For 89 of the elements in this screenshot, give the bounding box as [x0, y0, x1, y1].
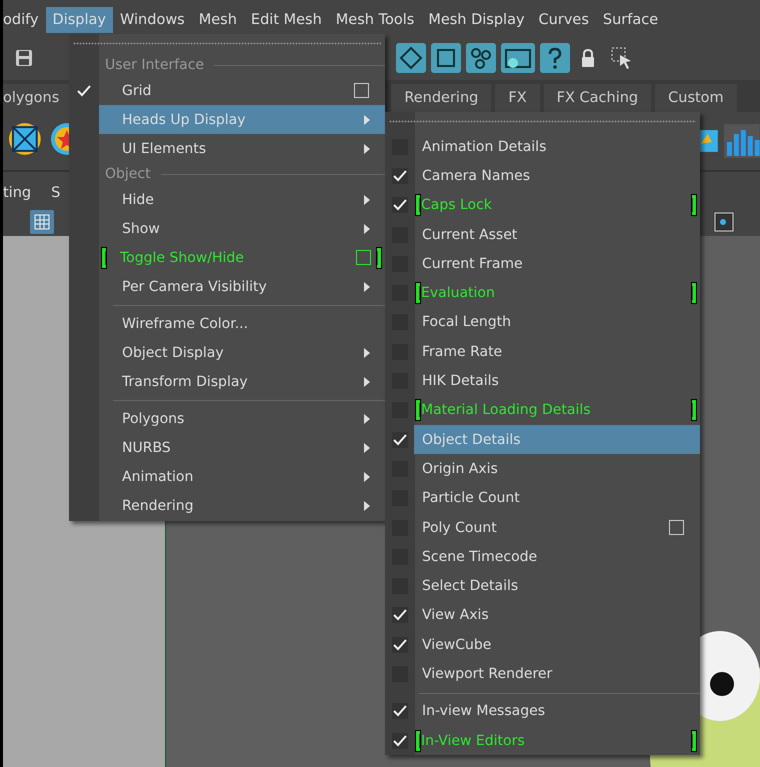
submenu-arrow-icon — [363, 194, 371, 204]
menu-item[interactable]: Per Camera Visibility — [99, 272, 385, 301]
shelf-tab[interactable]: FX Caching — [544, 84, 652, 112]
bracket-mark — [416, 400, 420, 420]
menu-item[interactable]: Animation Details — [414, 132, 700, 162]
submenu-arrow-icon — [363, 442, 371, 452]
menu-item[interactable]: Polygons — [99, 404, 385, 433]
menu-item[interactable]: Scene Timecode — [414, 542, 700, 572]
menu-item[interactable]: Grid — [99, 76, 385, 105]
menu-title[interactable]: Mesh Tools — [328, 7, 422, 33]
menu-item[interactable]: Rendering — [99, 491, 385, 520]
menu-item[interactable]: Caps Lock — [414, 190, 700, 220]
submenu-arrow-icon — [363, 144, 371, 154]
checkbox[interactable] — [392, 432, 408, 448]
menu-item[interactable]: Frame Rate — [414, 337, 700, 366]
clapboard-icon[interactable] — [501, 43, 535, 73]
menu-item[interactable]: In-View Editors — [414, 726, 700, 756]
option-box[interactable] — [354, 83, 369, 98]
camera-icon[interactable] — [714, 212, 734, 232]
panel-menu-title[interactable]: ting — [3, 185, 32, 201]
menu-item[interactable]: Animation — [99, 462, 385, 491]
menu-title[interactable]: Edit Mesh — [244, 7, 329, 33]
checkbox[interactable] — [392, 168, 408, 184]
submenu-arrow-icon — [363, 472, 371, 482]
bracket-mark — [692, 195, 696, 216]
menu-item[interactable]: HIK Details — [414, 366, 700, 396]
bracket-mark — [692, 283, 696, 304]
menu-item[interactable]: Wireframe Color... — [99, 309, 385, 338]
shelf-tab[interactable]: Custom — [655, 84, 737, 112]
menu-item[interactable]: View Axis — [414, 600, 700, 630]
bracket-mark — [416, 195, 420, 216]
submenu-arrow-icon — [363, 348, 371, 358]
menu-item[interactable]: Current Asset — [414, 220, 700, 250]
bracket-mark — [416, 283, 420, 304]
shelf-tab[interactable]: FX — [495, 84, 540, 112]
section-heading: Object — [105, 166, 151, 182]
menu-title[interactable]: odify — [3, 7, 46, 33]
grid-icon[interactable] — [30, 210, 54, 234]
menu-item[interactable]: UI Elements — [99, 134, 385, 163]
submenu-arrow-icon — [363, 114, 371, 124]
menu-item[interactable]: Material Loading Details — [414, 396, 700, 425]
menu-item[interactable]: Particle Count — [414, 484, 700, 513]
menu-title[interactable]: Mesh Display — [421, 7, 532, 33]
shelf-tab[interactable]: Rendering — [391, 84, 492, 112]
lock-icon[interactable] — [580, 48, 596, 68]
frame-icon[interactable] — [431, 43, 461, 73]
menu-item[interactable]: Focal Length — [414, 308, 700, 338]
submenu-arrow-icon — [363, 500, 371, 510]
submenu-arrow-icon — [363, 282, 371, 292]
save-icon[interactable] — [15, 49, 33, 67]
panel-menu-title[interactable]: S — [51, 185, 60, 201]
menu-item[interactable]: Show — [99, 214, 385, 243]
bracket-mark — [692, 730, 696, 751]
menu-item[interactable]: NURBS — [99, 433, 385, 462]
checkbox[interactable] — [392, 703, 408, 720]
menu-item[interactable]: In-view Messages — [414, 696, 700, 726]
submenu-arrow-icon — [363, 414, 371, 424]
help-icon[interactable] — [540, 43, 570, 73]
menu-item[interactable]: Object Display — [99, 338, 385, 367]
checkbox[interactable] — [392, 607, 408, 624]
menu-item[interactable]: Poly Count — [414, 512, 700, 542]
menu-item[interactable]: Current Frame — [414, 249, 700, 278]
bracket-mark — [102, 248, 106, 268]
submenu-arrow-icon — [363, 376, 371, 386]
option-box[interactable] — [669, 520, 684, 535]
menu-item[interactable]: Toggle Show/Hide — [99, 243, 385, 272]
menu-item[interactable]: Camera Names — [414, 161, 700, 191]
submenu-arrow-icon — [363, 224, 371, 234]
dots-icon[interactable] — [466, 43, 496, 73]
menu-item[interactable]: Transform Display — [99, 367, 385, 396]
menu-title[interactable]: Windows — [113, 7, 192, 33]
bracket-mark — [692, 400, 696, 420]
menu-item[interactable]: Select Details — [414, 571, 700, 601]
menu-title[interactable]: Mesh — [192, 7, 244, 33]
cursor-icon[interactable] — [611, 47, 633, 69]
option-box[interactable] — [356, 250, 371, 265]
section-heading: User Interface — [105, 57, 204, 73]
checkbox[interactable] — [392, 636, 408, 653]
menu-item[interactable]: ViewCube — [414, 630, 700, 660]
menu-title[interactable]: Surface — [596, 7, 666, 33]
menu-item[interactable]: Hide — [99, 185, 385, 214]
checkbox[interactable] — [392, 732, 408, 749]
bracket-mark — [416, 730, 420, 751]
menu-item[interactable]: Evaluation — [414, 278, 700, 308]
checkbox[interactable] — [392, 197, 408, 214]
menu-item[interactable]: Viewport Renderer — [414, 659, 700, 689]
bracket-mark — [377, 248, 381, 268]
menu-item[interactable]: Origin Axis — [414, 454, 700, 484]
menu-title[interactable]: Curves — [532, 7, 596, 33]
